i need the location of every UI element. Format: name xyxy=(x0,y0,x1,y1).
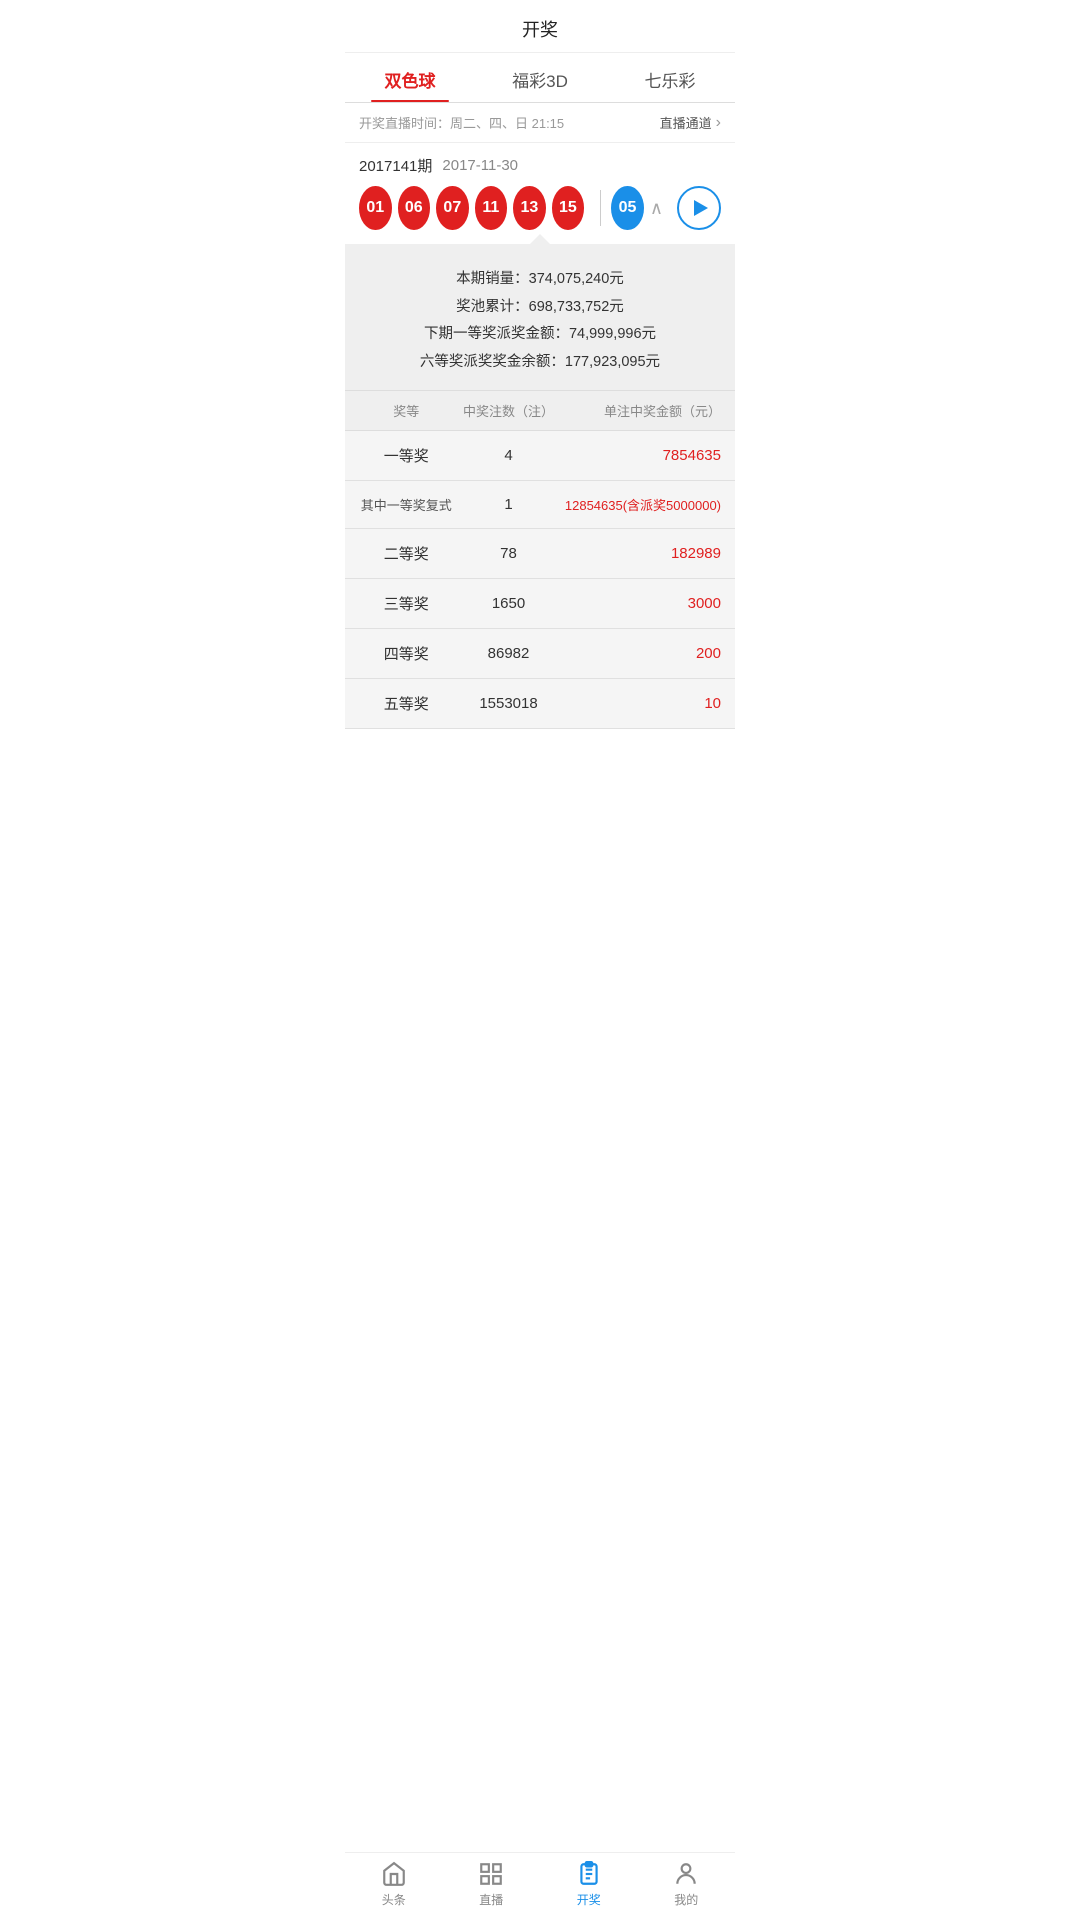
home-icon xyxy=(381,1861,407,1887)
prize-row-1: 一等奖 4 7854635 xyxy=(345,431,735,481)
bottom-nav: 头条 直播 开奖 我的 xyxy=(345,1852,735,1920)
amount-3: 3000 xyxy=(564,595,721,612)
page-title: 开奖 xyxy=(345,0,735,53)
amount-1-sub: 12854635(含派奖5000000) xyxy=(564,495,721,514)
issue-header: 2017141期 2017-11-30 xyxy=(359,155,721,176)
prize-row-4: 四等奖 86982 200 xyxy=(345,629,735,679)
details-panel: 本期销量：374,075,240元 奖池累计：698,733,752元 下期一等… xyxy=(345,244,735,729)
count-3: 1650 xyxy=(453,595,563,612)
amount-1: 7854635 xyxy=(564,447,721,464)
red-ball-5: 13 xyxy=(513,186,546,230)
nav-item-live[interactable]: 直播 xyxy=(443,1861,541,1908)
video-button[interactable] xyxy=(677,186,721,230)
prize-table-header: 奖等 中奖注数（注） 单注中奖金额（元） xyxy=(345,390,735,431)
nav-label-headlines: 头条 xyxy=(382,1891,406,1908)
clipboard-icon xyxy=(576,1861,602,1887)
prize-table: 奖等 中奖注数（注） 单注中奖金额（元） 一等奖 4 7854635 其中一等奖… xyxy=(345,390,735,729)
red-ball-4: 11 xyxy=(475,186,508,230)
summary-sixth-remain: 六等奖派奖奖金余额：177,923,095元 xyxy=(359,349,721,377)
tab-fucai3d[interactable]: 福彩3D xyxy=(475,53,605,102)
person-icon xyxy=(673,1861,699,1887)
nav-item-headlines[interactable]: 头条 xyxy=(345,1861,443,1908)
count-1: 4 xyxy=(453,447,563,464)
tab-shuangseqiu[interactable]: 双色球 xyxy=(345,53,475,102)
video-icon xyxy=(694,200,708,216)
issue-date: 2017-11-30 xyxy=(442,157,518,174)
grade-3: 三等奖 xyxy=(359,593,453,614)
live-channel-button[interactable]: 直播通道 xyxy=(660,113,721,132)
header-col-count: 中奖注数（注） xyxy=(453,401,563,420)
red-ball-6: 15 xyxy=(552,186,585,230)
count-5: 1553018 xyxy=(453,695,563,712)
grade-4: 四等奖 xyxy=(359,643,453,664)
amount-4: 200 xyxy=(564,645,721,662)
count-4: 86982 xyxy=(453,645,563,662)
tab-bar: 双色球 福彩3D 七乐彩 xyxy=(345,53,735,103)
prize-row-3: 三等奖 1650 3000 xyxy=(345,579,735,629)
header-col-amount: 单注中奖金额（元） xyxy=(564,401,721,420)
nav-label-live: 直播 xyxy=(479,1891,503,1908)
amount-2: 182989 xyxy=(564,545,721,562)
prize-row-5: 五等奖 1553018 10 xyxy=(345,679,735,729)
amount-5: 10 xyxy=(564,695,721,712)
grade-1-sub: 其中一等奖复式 xyxy=(359,495,453,514)
grade-5: 五等奖 xyxy=(359,693,453,714)
count-2: 78 xyxy=(453,545,563,562)
tab-qilecai[interactable]: 七乐彩 xyxy=(605,53,735,102)
grade-1: 一等奖 xyxy=(359,445,453,466)
collapse-button[interactable]: ∧ xyxy=(650,198,663,219)
issue-number: 2017141期 xyxy=(359,155,432,176)
blue-ball-1: 05 xyxy=(611,186,644,230)
live-bar: 开奖直播时间：周二、四、日 21:15 直播通道 xyxy=(345,103,735,143)
count-1-sub: 1 xyxy=(453,496,563,513)
prize-row-1-sub: 其中一等奖复式 1 12854635(含派奖5000000) xyxy=(345,481,735,529)
header-col-grade: 奖等 xyxy=(359,401,453,420)
grid-icon xyxy=(478,1861,504,1887)
nav-label-lottery: 开奖 xyxy=(577,1891,601,1908)
issue-section: 2017141期 2017-11-30 01 06 07 11 13 15 05… xyxy=(345,143,735,244)
balls-actions: ∧ xyxy=(650,186,721,230)
nav-item-mine[interactable]: 我的 xyxy=(638,1861,736,1908)
ball-divider xyxy=(600,190,601,226)
summary-pool: 奖池累计：698,733,752元 xyxy=(359,294,721,322)
nav-label-mine: 我的 xyxy=(674,1891,698,1908)
red-ball-3: 07 xyxy=(436,186,469,230)
red-ball-1: 01 xyxy=(359,186,392,230)
prize-row-2: 二等奖 78 182989 xyxy=(345,529,735,579)
live-schedule: 开奖直播时间：周二、四、日 21:15 xyxy=(359,113,564,132)
grade-2: 二等奖 xyxy=(359,543,453,564)
red-ball-2: 06 xyxy=(398,186,431,230)
nav-item-lottery[interactable]: 开奖 xyxy=(540,1861,638,1908)
summary-next-first: 下期一等奖派奖金额：74,999,996元 xyxy=(359,321,721,349)
summary-sales: 本期销量：374,075,240元 xyxy=(359,266,721,294)
summary-block: 本期销量：374,075,240元 奖池累计：698,733,752元 下期一等… xyxy=(345,258,735,390)
